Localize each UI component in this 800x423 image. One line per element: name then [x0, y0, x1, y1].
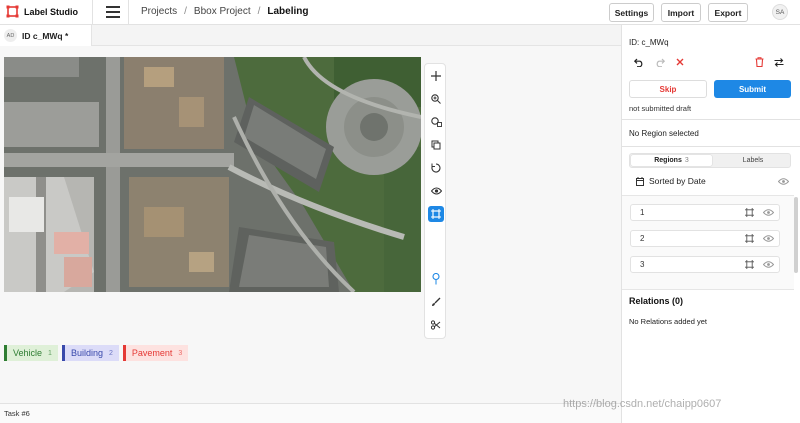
- eye-icon[interactable]: [777, 177, 790, 187]
- annotation-id: ID: c_MWq: [629, 38, 669, 47]
- top-bar: Label Studio Projects / Bbox Project / L…: [0, 0, 800, 25]
- reset-icon[interactable]: [674, 56, 686, 68]
- label-pavement[interactable]: Pavement 3: [122, 345, 189, 361]
- rectangle-icon: [745, 260, 754, 271]
- label-name: Building: [70, 348, 103, 358]
- labeling-canvas-area: Vehicle 1 Building 2 Pavement 3: [0, 46, 621, 403]
- label-building[interactable]: Building 2: [61, 345, 119, 361]
- relations-empty-message: No Relations added yet: [629, 317, 707, 326]
- label-name: Pavement: [131, 348, 173, 358]
- sort-control[interactable]: Sorted by Date: [636, 176, 706, 186]
- watermark: https://blog.csdn.net/chaipp0607: [563, 398, 722, 410]
- divider: [128, 0, 129, 25]
- undo-icon[interactable]: [633, 56, 645, 68]
- breadcrumb-separator: /: [184, 6, 187, 17]
- regions-count: 3: [684, 157, 689, 164]
- region-selection-status: No Region selected: [629, 129, 699, 138]
- import-button[interactable]: Import: [661, 3, 701, 22]
- zoom-in-icon[interactable]: [428, 91, 444, 107]
- tool-palette: [424, 63, 446, 339]
- avatar[interactable]: SA: [772, 4, 788, 20]
- breadcrumb-project[interactable]: Bbox Project: [194, 6, 251, 17]
- annotation-sidebar: ID: c_MWq Skip Submit not submitted draf…: [621, 25, 800, 423]
- label-vehicle[interactable]: Vehicle 1: [4, 345, 58, 361]
- skip-button[interactable]: Skip: [629, 80, 707, 98]
- region-item[interactable]: 2: [630, 230, 780, 247]
- breadcrumb-current: Labeling: [267, 6, 309, 17]
- region-number: 1: [640, 208, 645, 217]
- rectangle-tool-icon[interactable]: [428, 206, 444, 222]
- task-tab-bar: AD ID c_MWq *: [0, 25, 621, 46]
- relations-title: Relations (0): [629, 296, 684, 306]
- breadcrumb: Projects / Bbox Project / Labeling: [141, 6, 309, 17]
- scissors-icon[interactable]: [428, 317, 444, 333]
- region-item[interactable]: 3: [630, 256, 780, 273]
- task-tab-title: ID c_MWq *: [22, 30, 69, 41]
- submit-button[interactable]: Submit: [714, 80, 791, 98]
- divider: [622, 119, 800, 120]
- calendar-icon: [636, 176, 644, 186]
- rectangle-icon: [745, 234, 754, 245]
- sort-label: Sorted by Date: [649, 176, 706, 186]
- breadcrumb-projects[interactable]: Projects: [141, 6, 177, 17]
- divider: [92, 0, 93, 25]
- region-number: 3: [640, 260, 645, 269]
- tab-labels[interactable]: Labels: [716, 155, 790, 166]
- app-name: Label Studio: [24, 6, 78, 17]
- task-tab[interactable]: AD ID c_MWq *: [0, 25, 92, 46]
- trash-icon[interactable]: [753, 56, 765, 68]
- label-studio-logo-icon: [6, 5, 19, 18]
- menu-icon[interactable]: [106, 6, 120, 18]
- app-logo[interactable]: Label Studio: [6, 5, 78, 18]
- region-item[interactable]: 1: [630, 204, 780, 221]
- task-number: Task #6: [4, 409, 30, 418]
- tab-regions-label: Regions: [654, 157, 682, 164]
- divider: [622, 146, 800, 147]
- eye-icon[interactable]: [428, 183, 444, 199]
- settings-button[interactable]: Settings: [609, 3, 654, 22]
- rectangle-icon: [745, 208, 754, 219]
- move-tool-icon[interactable]: [428, 68, 444, 84]
- label-hotkey: 3: [178, 349, 183, 357]
- export-button[interactable]: Export: [708, 3, 748, 22]
- swap-icon[interactable]: [773, 56, 785, 68]
- breadcrumb-separator: /: [257, 6, 261, 17]
- label-selector: Vehicle 1 Building 2 Pavement 3: [4, 345, 189, 361]
- rotate-icon[interactable]: [428, 160, 444, 176]
- label-hotkey: 1: [48, 349, 52, 357]
- keypoint-icon[interactable]: [428, 271, 444, 287]
- region-list: 1 2 3: [622, 195, 794, 290]
- annotator-avatar: AD: [4, 29, 17, 42]
- regions-labels-toggle: Regions 3 Labels: [629, 153, 791, 168]
- redo-icon[interactable]: [654, 56, 666, 68]
- region-number: 2: [640, 234, 645, 243]
- label-hotkey: 2: [108, 349, 113, 357]
- draft-status: not submitted draft: [629, 104, 692, 113]
- eye-icon[interactable]: [762, 260, 775, 270]
- region-list-scrollbar[interactable]: [794, 197, 798, 273]
- status-bar: Task #6: [0, 403, 621, 423]
- copy-icon[interactable]: [428, 137, 444, 153]
- tab-regions[interactable]: Regions 3: [631, 155, 712, 166]
- brush-icon[interactable]: [428, 294, 444, 310]
- aerial-image[interactable]: [4, 57, 421, 292]
- eye-icon[interactable]: [762, 208, 775, 218]
- label-name: Vehicle: [13, 348, 43, 358]
- zoom-to-fit-icon[interactable]: [428, 114, 444, 130]
- eye-icon[interactable]: [762, 234, 775, 244]
